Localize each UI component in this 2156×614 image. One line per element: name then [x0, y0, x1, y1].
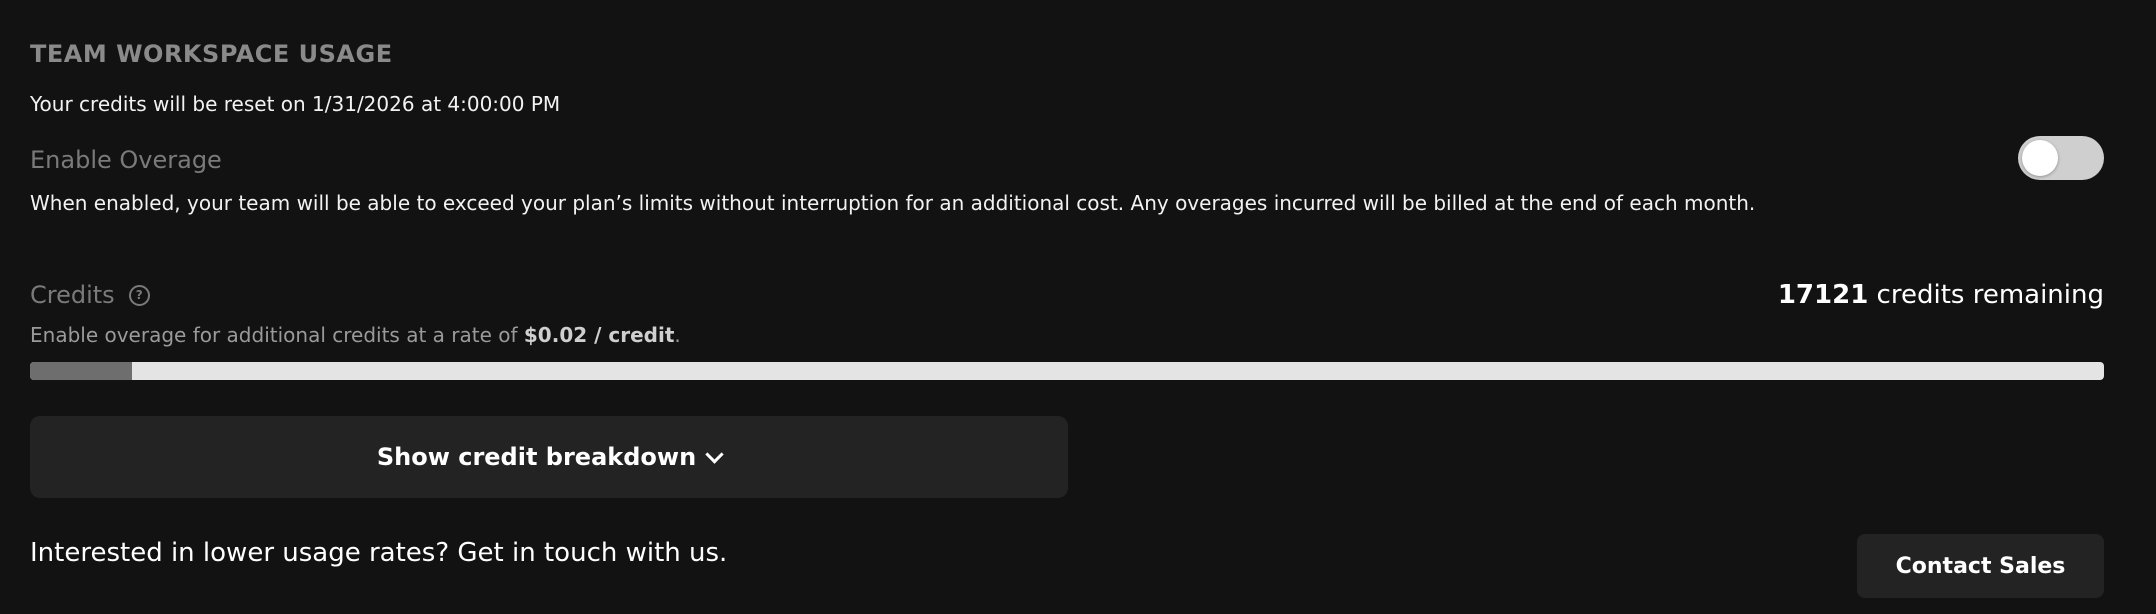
credits-progress-fill — [30, 362, 132, 380]
overage-label: Enable Overage — [30, 146, 222, 174]
question-circle-icon[interactable]: ? — [128, 284, 150, 306]
credits-remaining: 17121 credits remaining — [1778, 280, 2104, 310]
credits-progress-bar — [30, 362, 2104, 380]
rate-suffix: . — [674, 323, 681, 347]
overage-toggle[interactable] — [2018, 136, 2104, 180]
credits-remaining-number: 17121 — [1777, 280, 1869, 310]
rate-prefix: Enable overage for additional credits at… — [30, 323, 524, 347]
lower-rates-text: Interested in lower usage rates? Get in … — [30, 538, 728, 568]
rate-value: $0.02 / credit — [523, 323, 675, 347]
usage-panel: TEAM WORKSPACE USAGE Your credits will b… — [0, 0, 2156, 614]
credits-remaining-suffix: credits remaining — [1868, 280, 2104, 310]
overage-rate-text: Enable overage for additional credits at… — [30, 323, 681, 347]
contact-sales-button[interactable]: Contact Sales — [1857, 534, 2104, 598]
credits-header: Credits ? — [30, 281, 150, 309]
reset-date-text: Your credits will be reset on 1/31/2026 … — [30, 92, 561, 116]
overage-description: When enabled, your team will be able to … — [30, 191, 1756, 215]
breakdown-label: Show credit breakdown — [376, 443, 697, 471]
section-title: TEAM WORKSPACE USAGE — [30, 40, 393, 68]
credits-label: Credits — [30, 281, 115, 309]
chevron-down-icon — [705, 444, 724, 464]
toggle-knob — [2022, 140, 2058, 176]
show-credit-breakdown-button[interactable]: Show credit breakdown — [30, 416, 1068, 498]
